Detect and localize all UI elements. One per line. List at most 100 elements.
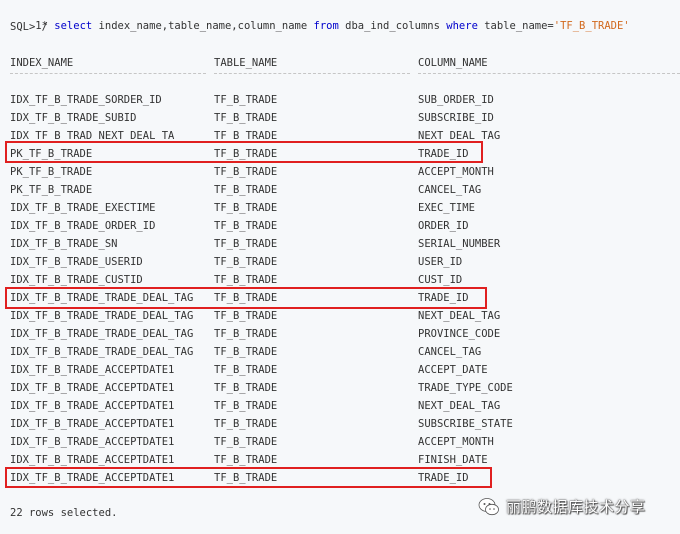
cell-table-name: TF_B_TRADE	[214, 292, 278, 304]
cell-table-name: TF_B_TRADE	[214, 238, 278, 250]
cell-table-name: TF_B_TRADE	[214, 400, 278, 412]
cell-index-name: IDX_TF_B_TRADE_USERID	[10, 256, 143, 268]
cell-table-name: TF_B_TRADE	[214, 184, 278, 196]
cell-column-name: TRADE_ID	[418, 472, 469, 484]
table-row: IDX_TF_B_TRADE_TRADE_DEAL_TAG TF_B_TRADE C…	[0, 343, 680, 361]
cell-column-name: ACCEPT_MONTH	[418, 436, 494, 448]
result-header: INDEX_NAME TABLE_NAME COLUMN_NAME	[0, 55, 680, 71]
header-divider	[418, 73, 680, 74]
table-row: IDX_TF_B_TRADE_ACCEPTDATE1 TF_B_TRADE TRAD…	[0, 469, 680, 487]
cell-column-name: SERIAL_NUMBER	[418, 238, 501, 250]
cell-table-name: TF_B_TRADE	[214, 274, 278, 286]
cell-column-name: TRADE_TYPE_CODE	[418, 382, 513, 394]
table-row: IDX_TF_B_TRADE_SN TF_B_TRADE SERIAL_NUMBER	[0, 235, 680, 253]
cell-index-name: IDX_TF_B_TRADE_SUBID	[10, 112, 137, 124]
cell-column-name: USER_ID	[418, 256, 463, 268]
sql-statement: 1* select index_name,table_name,column_n…	[10, 2, 629, 32]
table-row: IDX_TF_B_TRADE_ACCEPTDATE1 TF_B_TRADE NEXT…	[0, 397, 680, 415]
table-row: IDX_TF_B_TRADE_TRADE_DEAL_TAG TF_B_TRADE T…	[0, 289, 680, 307]
sql-prompt: SQL> /	[10, 21, 48, 33]
cell-index-name: IDX_TF_B_TRADE_CUSTID	[10, 274, 143, 286]
table-row: IDX_TF_B_TRADE_ACCEPTDATE1 TF_B_TRADE ACCE…	[0, 361, 680, 379]
cell-column-name: NEXT_DEAL_TAG	[418, 310, 501, 322]
table-row: IDX_TF_B_TRADE_CUSTID TF_B_TRADE CUST_ID	[0, 271, 680, 289]
header-index-name: INDEX_NAME	[10, 57, 74, 69]
table-row: PK_TF_B_TRADE TF_B_TRADE TRADE_ID	[0, 145, 680, 163]
cell-index-name: IDX_TF_B_TRADE_SORDER_ID	[10, 94, 162, 106]
table-row: IDX_TF_B_TRADE_SUBID TF_B_TRADE SUBSCRIBE_…	[0, 109, 680, 127]
cell-column-name: ORDER_ID	[418, 220, 469, 232]
table-row: IDX_TF_B_TRADE_SORDER_ID TF_B_TRADE SUB_OR…	[0, 91, 680, 109]
cell-table-name: TF_B_TRADE	[214, 346, 278, 358]
cell-table-name: TF_B_TRADE	[214, 130, 278, 142]
header-column-name: COLUMN_NAME	[418, 57, 488, 69]
cell-column-name: NEXT_DEAL_TAG	[418, 400, 501, 412]
cell-index-name: IDX_TF_B_TRADE_ACCEPTDATE1	[10, 400, 175, 412]
cell-table-name: TF_B_TRADE	[214, 328, 278, 340]
cell-table-name: TF_B_TRADE	[214, 382, 278, 394]
table-row: PK_TF_B_TRADE TF_B_TRADE CANCEL_TAG	[0, 181, 680, 199]
from-table: dba_ind_columns	[345, 20, 440, 32]
cell-table-name: TF_B_TRADE	[214, 220, 278, 232]
header-table-name: TABLE_NAME	[214, 57, 278, 69]
cell-index-name: IDX_TF_B_TRADE_SN	[10, 238, 118, 250]
cell-index-name: IDX_TF_B_TRAD_NEXT_DEAL_TA	[10, 130, 175, 142]
cell-column-name: CANCEL_TAG	[418, 184, 482, 196]
cell-column-name: EXEC_TIME	[418, 202, 475, 214]
keyword-select: select	[54, 20, 93, 32]
cell-column-name: SUBSCRIBE_ID	[418, 112, 494, 124]
cell-index-name: IDX_TF_B_TRADE_EXECTIME	[10, 202, 156, 214]
table-row: IDX_TF_B_TRADE_ACCEPTDATE1 TF_B_TRADE TRAD…	[0, 379, 680, 397]
cell-index-name: IDX_TF_B_TRADE_ACCEPTDATE1	[10, 418, 175, 430]
cell-column-name: SUB_ORDER_ID	[418, 94, 494, 106]
cell-index-name: IDX_TF_B_TRADE_ORDER_ID	[10, 220, 156, 232]
table-row: IDX_TF_B_TRADE_TRADE_DEAL_TAG TF_B_TRADE N…	[0, 307, 680, 325]
cell-table-name: TF_B_TRADE	[214, 418, 278, 430]
cell-table-name: TF_B_TRADE	[214, 202, 278, 214]
table-row: PK_TF_B_TRADE TF_B_TRADE ACCEPT_MONTH	[0, 163, 680, 181]
table-row: IDX_TF_B_TRADE_ACCEPTDATE1 TF_B_TRADE SUBS…	[0, 415, 680, 433]
cell-column-name: CANCEL_TAG	[418, 346, 482, 358]
select-columns: index_name,table_name,column_name	[98, 20, 308, 32]
cell-column-name: ACCEPT_MONTH	[418, 166, 494, 178]
header-divider	[214, 73, 410, 74]
cell-index-name: PK_TF_B_TRADE	[10, 166, 93, 178]
cell-table-name: TF_B_TRADE	[214, 364, 278, 376]
where-value: 'TF_B_TRADE'	[553, 20, 630, 32]
cell-column-name: PROVINCE_CODE	[418, 328, 501, 340]
cell-column-name: FINISH_DATE	[418, 454, 488, 466]
cell-column-name: NEXT_DEAL_TAG	[418, 130, 501, 142]
cell-index-name: PK_TF_B_TRADE	[10, 184, 93, 196]
table-row: IDX_TF_B_TRADE_USERID TF_B_TRADE USER_ID	[0, 253, 680, 271]
table-row: IDX_TF_B_TRADE_EXECTIME TF_B_TRADE EXEC_TI…	[0, 199, 680, 217]
keyword-from: from	[313, 20, 339, 32]
rows-selected-status: 22 rows selected.	[10, 507, 118, 519]
cell-table-name: TF_B_TRADE	[214, 436, 278, 448]
cell-table-name: TF_B_TRADE	[214, 256, 278, 268]
cell-index-name: PK_TF_B_TRADE	[10, 148, 93, 160]
cell-table-name: TF_B_TRADE	[214, 112, 278, 124]
cell-index-name: IDX_TF_B_TRADE_ACCEPTDATE1	[10, 382, 175, 394]
cell-table-name: TF_B_TRADE	[214, 454, 278, 466]
cell-table-name: TF_B_TRADE	[214, 166, 278, 178]
cell-table-name: TF_B_TRADE	[214, 94, 278, 106]
cell-index-name: IDX_TF_B_TRADE_ACCEPTDATE1	[10, 436, 175, 448]
table-row: IDX_TF_B_TRADE_ORDER_ID TF_B_TRADE ORDER_I…	[0, 217, 680, 235]
cell-column-name: TRADE_ID	[418, 148, 469, 160]
cell-table-name: TF_B_TRADE	[214, 148, 278, 160]
watermark: 丽鹏数据库技术分享	[478, 496, 646, 518]
table-row: IDX_TF_B_TRADE_ACCEPTDATE1 TF_B_TRADE FINI…	[0, 451, 680, 469]
cell-index-name: IDX_TF_B_TRADE_TRADE_DEAL_TAG	[10, 328, 194, 340]
table-row: IDX_TF_B_TRADE_TRADE_DEAL_TAG TF_B_TRADE P…	[0, 325, 680, 343]
cell-column-name: CUST_ID	[418, 274, 463, 286]
cell-table-name: TF_B_TRADE	[214, 472, 278, 484]
cell-index-name: IDX_TF_B_TRADE_ACCEPTDATE1	[10, 364, 175, 376]
cell-table-name: TF_B_TRADE	[214, 310, 278, 322]
cell-index-name: IDX_TF_B_TRADE_TRADE_DEAL_TAG	[10, 346, 194, 358]
table-row: IDX_TF_B_TRAD_NEXT_DEAL_TA TF_B_TRADE NEXT…	[0, 127, 680, 145]
result-rows: IDX_TF_B_TRADE_SORDER_ID TF_B_TRADE SUB_OR…	[0, 91, 680, 487]
cell-column-name: SUBSCRIBE_STATE	[418, 418, 513, 430]
header-divider	[10, 73, 206, 74]
cell-index-name: IDX_TF_B_TRADE_ACCEPTDATE1	[10, 454, 175, 466]
keyword-where: where	[446, 20, 478, 32]
